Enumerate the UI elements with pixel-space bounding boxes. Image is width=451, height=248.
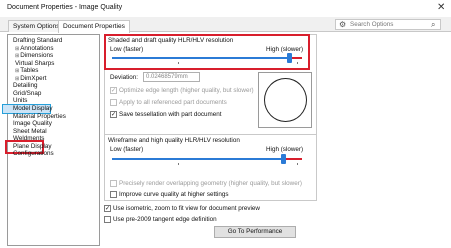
preview-circle	[264, 78, 307, 122]
precisely-render-checkbox[interactable]	[110, 180, 117, 187]
expand-icon[interactable]: ⊞	[15, 46, 19, 52]
wireframe-slider-fill	[112, 158, 283, 160]
wireframe-slider-tick	[178, 163, 179, 165]
pre2009-tangent-checkbox[interactable]	[104, 216, 111, 223]
precisely-render-label: Precisely render overlapping geometry (h…	[119, 180, 302, 187]
wireframe-slider[interactable]	[112, 154, 302, 164]
tree-item-label: Material Properties	[13, 112, 66, 120]
tree-item-label: Dimensions	[20, 52, 54, 60]
expand-icon[interactable]: ⊞	[15, 76, 19, 82]
shaded-slider-tick	[297, 62, 298, 64]
expand-icon[interactable]: ⊞	[15, 53, 19, 59]
optimize-edge-label: Optimize edge length (higher quality, bu…	[119, 87, 254, 94]
shaded-slider-fill	[112, 57, 289, 59]
wireframe-slider-thumb[interactable]	[281, 154, 286, 164]
tree-item-label: Drafting Standard	[13, 37, 63, 44]
tree-item-label: Grid/Snap	[13, 89, 42, 97]
tree-item-label: Virtual Sharps	[15, 59, 55, 67]
tree-item-label: Image Quality	[13, 120, 52, 128]
save-tessellation-label: Save tessellation with part document	[119, 111, 222, 118]
search-placeholder: Search Options	[350, 21, 394, 28]
tree-item-label: DimXpert	[20, 74, 47, 82]
shaded-slider[interactable]	[112, 53, 302, 63]
wireframe-high-label: High (slower)	[266, 146, 304, 153]
tree-item-label: Annotations	[20, 44, 54, 52]
wireframe-slider-tick	[297, 163, 298, 165]
apply-referenced-label: Apply to all referenced part documents	[119, 99, 227, 106]
isometric-preview-checkbox[interactable]: ✓	[104, 205, 111, 212]
tree-item-label: Sheet Metal	[13, 127, 47, 135]
tree-item-label: Detailing	[13, 82, 38, 90]
improve-curve-checkbox[interactable]	[110, 191, 117, 198]
tree-item[interactable]: Configurations	[13, 150, 54, 158]
shaded-group-title: Shaded and draft quality HLR/HLV resolut…	[108, 37, 234, 44]
close-icon[interactable]: ✕	[437, 2, 445, 14]
wireframe-group-title: Wireframe and high quality HLR/HLV resol…	[108, 137, 240, 144]
wireframe-low-label: Low (faster)	[110, 146, 144, 153]
isometric-preview-label: Use isometric, zoom to fit view for docu…	[113, 205, 260, 212]
window-title: Document Properties - Image Quality	[7, 4, 123, 11]
deviation-label: Deviation:	[110, 74, 139, 81]
shaded-low-label: Low (faster)	[110, 46, 144, 53]
gear-icon[interactable]: ⚙	[339, 19, 346, 30]
preview-box	[258, 72, 312, 128]
tab-system-options[interactable]: System Options	[8, 20, 65, 32]
improve-curve-label: Improve curve quality at higher settings	[119, 191, 229, 198]
search-icon[interactable]: ⌕	[431, 19, 435, 30]
tree-item-label: Model Display	[13, 104, 53, 112]
shaded-slider-tick	[178, 62, 179, 64]
tree-item-label: Weldments	[13, 135, 45, 143]
apply-referenced-checkbox[interactable]	[110, 99, 117, 106]
deviation-field[interactable]: 0.02468579mm	[143, 72, 200, 82]
expand-icon[interactable]: ⊞	[15, 68, 19, 74]
save-tessellation-checkbox[interactable]: ✓	[110, 111, 117, 118]
tree-item-label: Plane Display	[13, 142, 52, 150]
shaded-high-label: High (slower)	[266, 46, 304, 53]
go-to-performance-button[interactable]: Go To Performance	[214, 226, 296, 238]
tree-item-label: Units	[13, 97, 28, 105]
pre2009-tangent-label: Use pre-2009 tangent edge definition	[113, 216, 217, 223]
optimize-edge-checkbox[interactable]: ✓	[110, 87, 117, 94]
tree-item-label: Configurations	[13, 150, 54, 158]
tab-document-properties[interactable]: Document Properties	[58, 20, 130, 33]
shaded-slider-thumb[interactable]	[287, 53, 292, 63]
tree-item-label: Tables	[20, 67, 39, 75]
